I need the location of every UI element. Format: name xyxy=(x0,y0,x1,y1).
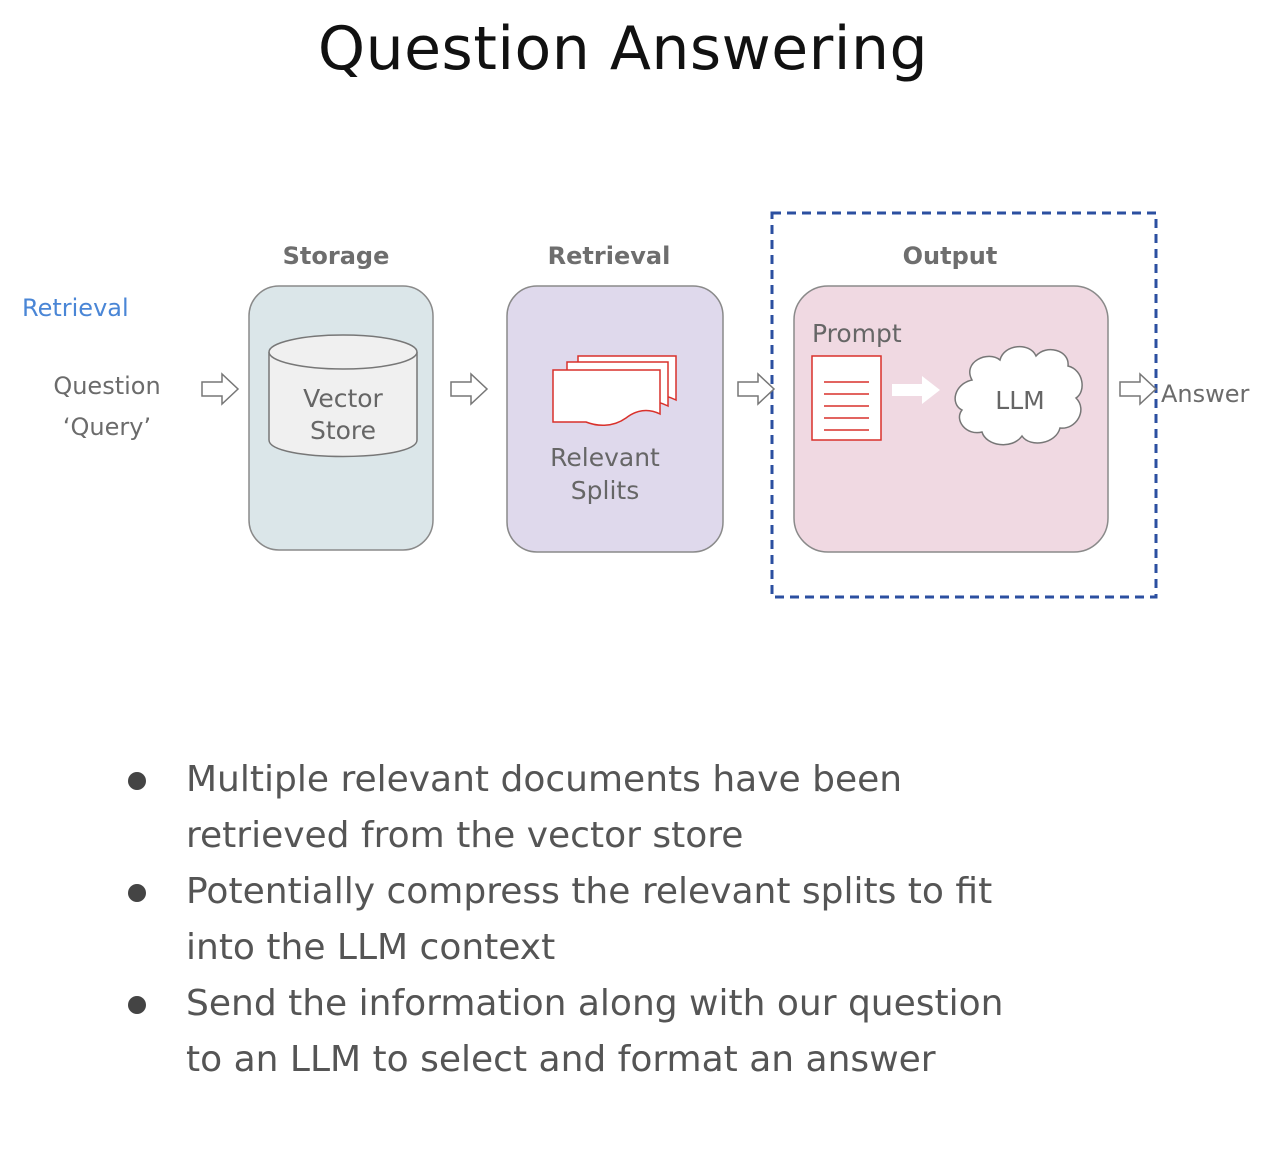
bullet-dot-icon xyxy=(128,884,146,902)
list-item: Send the information along with our ques… xyxy=(118,976,1138,1088)
retrieval-title: Retrieval xyxy=(547,242,671,270)
vector-store-label-line1: Vector xyxy=(303,384,383,413)
relevant-splits-label-line2: Splits xyxy=(570,476,640,505)
pipeline-diagram xyxy=(201,211,1158,599)
bullet-text-line2: into the LLM context xyxy=(186,927,556,968)
bullet-dot-icon xyxy=(128,996,146,1014)
query-label: ‘Query’ xyxy=(62,413,152,441)
bullet-dot-icon xyxy=(128,772,146,790)
bullet-text-line1: Send the information along with our ques… xyxy=(186,983,1004,1024)
output-title: Output xyxy=(902,242,998,270)
bullet-list: Multiple relevant documents have been re… xyxy=(118,752,1138,1088)
list-item: Multiple relevant documents have been re… xyxy=(118,752,1138,864)
list-item: Potentially compress the relevant splits… xyxy=(118,864,1138,976)
prompt-document-icon xyxy=(811,355,882,441)
arrow-right-icon xyxy=(737,372,776,406)
retrieval-tag: Retrieval xyxy=(22,294,129,322)
answer-label: Answer xyxy=(1161,380,1250,408)
vector-store-label-line2: Store xyxy=(309,416,377,445)
prompt-label: Prompt xyxy=(812,319,902,348)
llm-label: LLM xyxy=(995,386,1045,415)
arrow-right-icon xyxy=(1119,372,1158,406)
question-label: Question xyxy=(53,372,161,400)
bullet-text-line1: Potentially compress the relevant splits… xyxy=(186,871,993,912)
arrow-right-icon xyxy=(450,372,489,406)
bullet-text-line2: to an LLM to select and format an answer xyxy=(186,1039,936,1080)
storage-title: Storage xyxy=(282,242,390,270)
arrow-right-icon xyxy=(201,372,240,406)
relevant-splits-label-line1: Relevant xyxy=(550,443,660,472)
bullet-text-line1: Multiple relevant documents have been xyxy=(186,759,903,800)
bullet-text-line2: retrieved from the vector store xyxy=(186,815,744,856)
